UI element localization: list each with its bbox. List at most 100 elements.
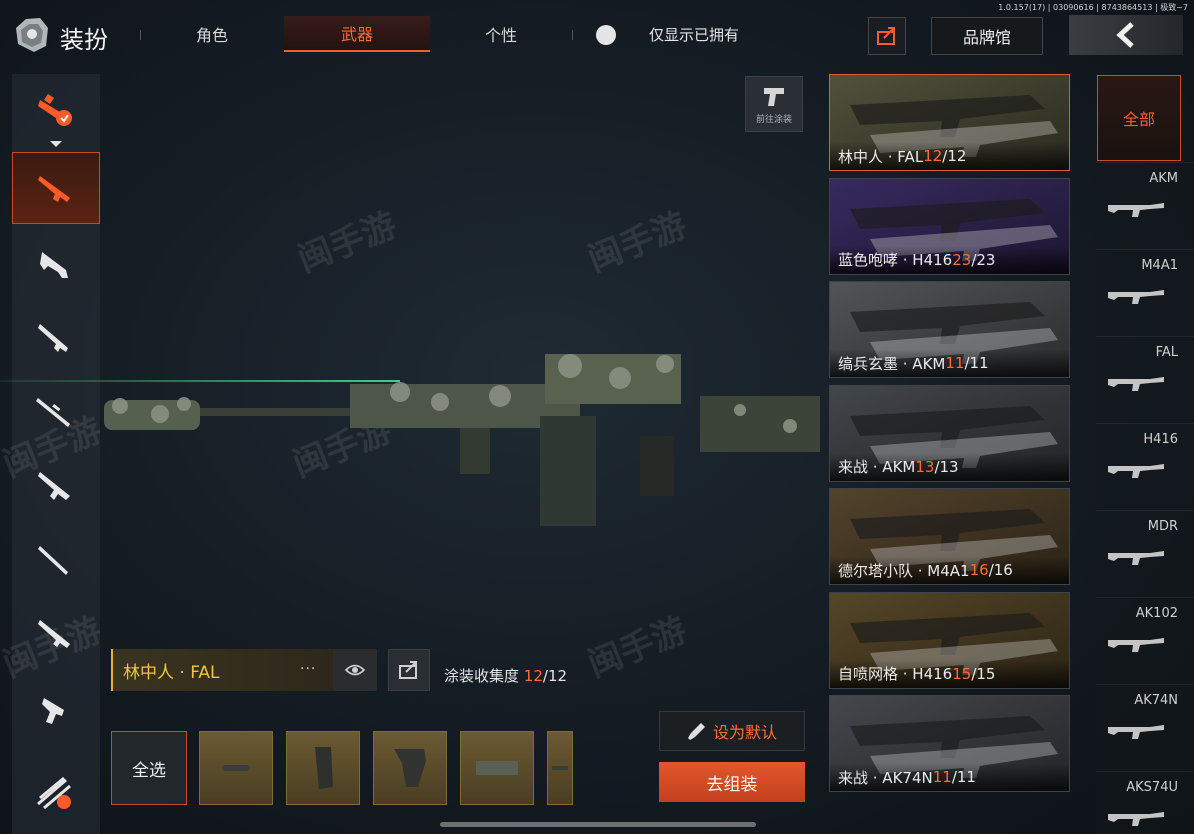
smg-icon [40,252,68,278]
lmg-icon [38,472,70,500]
category-sniper[interactable] [12,376,100,448]
skin-card-name: 来战 · AK74N [838,768,933,787]
preview-toggle-button[interactable] [333,649,377,691]
category-pistol[interactable] [12,674,100,746]
skin-card-label: 来战 · AK74N 11/11 [830,763,1069,791]
skin-card-name: 缟兵玄墨 · AKM [838,354,946,373]
collection-total: /12 [542,667,568,685]
rifle-silhouette-icon [1108,725,1164,739]
filter-all-button[interactable]: 全部 [1097,75,1181,161]
weapon-model-fal [104,354,820,526]
skin-card-total: /11 [951,768,976,786]
collection-label: 涂装收集度 [444,667,520,685]
category-shotgun[interactable] [12,302,100,374]
go-assemble-button[interactable]: 去组装 [659,762,805,802]
share-button[interactable] [868,17,906,55]
category-lmg[interactable] [12,450,100,522]
skin-card-total: /16 [988,561,1013,579]
sniper-rifle-icon [36,398,70,427]
marksman-rifle-icon [38,546,68,575]
rifle-silhouette-icon [1108,464,1164,478]
muzzle-part-icon [222,765,250,771]
melee-icon [37,776,71,810]
tab-weapon[interactable]: 武器 [284,16,430,52]
filter-item-ak102[interactable]: AK102 [1096,597,1194,684]
part-slot-grip[interactable] [286,731,360,805]
skin-card-name: 林中人 · FAL [838,147,924,166]
pistol-icon [42,698,64,724]
share-skin-button[interactable] [388,649,430,691]
more-options-button[interactable]: ··· [300,661,316,677]
collection-progress: 涂装收集度 12/12 [444,665,567,686]
skin-card-total: /12 [942,147,967,165]
select-all-button[interactable]: 全选 [111,731,187,805]
stock-part-icon [476,761,518,775]
tab-personality[interactable]: 个性 [428,16,574,52]
filter-item-h416[interactable]: H416 [1096,423,1194,510]
assault-rifle-icon [38,176,70,202]
skin-card[interactable]: 来战 · AK74N 11/11 [829,695,1070,792]
skin-card[interactable]: 自喷网格 · H416 15/15 [829,591,1070,689]
set-default-label: 设为默认 [712,723,777,742]
extra-part-icon [552,766,568,770]
divider [572,30,573,40]
skin-card-label: 自喷网格 · H416 15/15 [830,659,1069,688]
rifle-silhouette-icon [1108,203,1164,217]
filter-item-aks74u[interactable]: AKS74U [1096,771,1194,834]
rifle-silhouette-icon [1108,638,1164,652]
skin-card-name: 来战 · AKM [838,458,916,476]
category-smg[interactable] [12,228,100,300]
collection-owned: 12 [523,667,543,685]
carbine-icon [38,620,70,648]
weapon-filter-column: 全部 AKM M4A1 FAL H416 MDR AK102 AK74N AKS74U [1096,74,1194,834]
skin-card-name: 自喷网格 · H416 [838,665,953,683]
filter-item-m4a1[interactable]: M4A1 [1096,249,1194,336]
skin-card-name: 蓝色咆哮 · H416 [838,251,953,269]
tab-label: 武器 [340,25,373,44]
back-button[interactable] [1069,15,1183,55]
paint-gun-icon [764,87,784,106]
rifle-silhouette-icon [1108,812,1164,826]
filter-item-akm[interactable]: AKM [1096,162,1194,249]
skin-card[interactable]: 缟兵玄墨 · AKM 11/11 [829,281,1070,378]
dress-up-logo-icon [16,18,48,52]
top-bar: 装扮 角色 武器 个性 仅显示已拥有 品牌馆 [0,0,1194,68]
skin-card-label: 来战 · AKM 13/13 [830,452,1069,481]
goto-paint-button[interactable]: 前往涂装 [745,76,803,132]
filter-item-label: AKM [1149,171,1178,186]
set-default-button[interactable]: 设为默认 [659,711,805,751]
part-slot-stock[interactable] [460,731,534,805]
skin-card-owned: 12 [923,147,943,165]
filter-item-label: M4A1 [1141,258,1178,273]
skin-card-owned: 11 [932,768,952,786]
skin-card[interactable]: 蓝色咆哮 · H416 23/23 [829,177,1070,275]
rifle-silhouette-icon [1108,377,1164,391]
tab-character[interactable]: 角色 [139,16,285,52]
part-slot-muzzle[interactable] [199,731,273,805]
part-slot-more[interactable] [547,731,573,805]
owned-only-toggle[interactable] [596,25,616,45]
category-all-weapons[interactable] [12,74,100,147]
category-melee[interactable] [12,756,100,828]
all-weapons-icon [38,94,72,126]
category-marksman[interactable] [12,524,100,596]
shotgun-icon [38,324,68,352]
skin-name-text: 林中人 · FAL [123,662,220,683]
skin-card-total: /15 [971,664,996,683]
brand-hall-button[interactable]: 品牌馆 [931,17,1043,55]
skin-card-owned: 23 [952,250,972,269]
skin-card[interactable]: 德尔塔小队 · M4A1 16/16 [829,488,1070,585]
rifle-silhouette-icon [1108,290,1164,304]
tab-label: 个性 [484,26,517,45]
skin-card-label: 林中人 · FAL 12/12 [830,142,1069,170]
skin-card-total: /13 [934,457,959,476]
part-slot-handle[interactable] [373,731,447,805]
category-carbine[interactable] [12,598,100,670]
skin-card-owned: 11 [945,354,965,372]
filter-item-mdr[interactable]: MDR [1096,510,1194,597]
filter-item-fal[interactable]: FAL [1096,336,1194,423]
skin-card[interactable]: 林中人 · FAL 12/12 [829,74,1070,171]
skin-card[interactable]: 来战 · AKM 13/13 [829,384,1070,482]
filter-item-ak74n[interactable]: AK74N [1096,684,1194,771]
category-assault-rifle[interactable] [12,152,100,224]
